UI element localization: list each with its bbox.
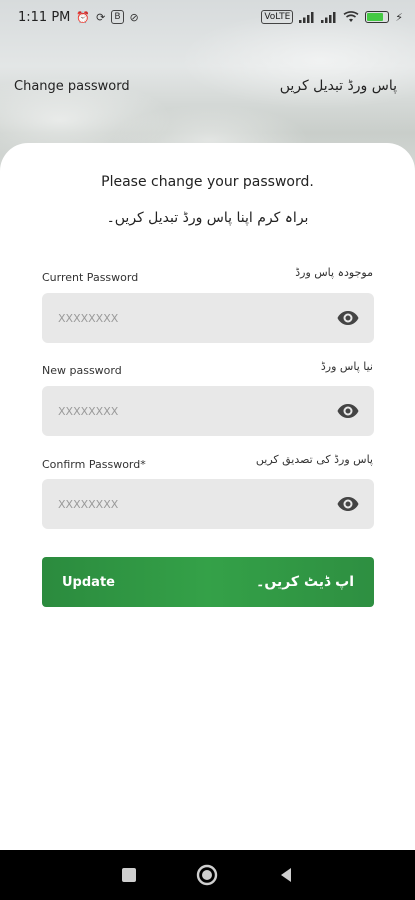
charging-icon: ⚡ — [395, 10, 403, 24]
instruction-heading-urdu: براہ کرم اپنا پاس ورڈ تبدیل کریں۔ — [106, 210, 309, 226]
current-password-field — [42, 293, 374, 343]
volte-badge: VoLTE — [261, 10, 294, 24]
new-password-input[interactable] — [58, 404, 298, 418]
eye-icon[interactable] — [336, 306, 360, 330]
page-title: Change password — [14, 78, 130, 94]
square-icon — [122, 868, 137, 882]
current-password-label: Current Password — [42, 271, 139, 284]
sync-icon: ⟳ — [96, 10, 106, 24]
wifi-icon — [343, 11, 359, 22]
current-password-input[interactable] — [58, 311, 298, 325]
page-title-urdu: پاس ورڈ تبدیل کریں — [279, 78, 397, 94]
status-right: VoLTE ⚡ — [261, 10, 403, 24]
signal-icon — [299, 12, 314, 23]
signal-icon — [321, 12, 336, 23]
vpn-icon: ⊘ — [129, 10, 139, 24]
recents-button[interactable] — [114, 860, 144, 890]
status-bar: 1:11 PM ⏰ ⟳ B ⊘ VoLTE ⚡ — [0, 0, 415, 34]
battery-icon — [365, 11, 390, 23]
back-button[interactable] — [271, 860, 301, 890]
battery-level — [367, 13, 384, 21]
update-button[interactable]: Update اپ ڈیٹ کریں۔ — [42, 557, 374, 607]
alarm-icon: ⏰ — [76, 10, 91, 24]
new-password-label: New password — [42, 364, 122, 377]
home-button[interactable] — [192, 860, 222, 890]
new-password-field — [42, 386, 374, 436]
eye-icon[interactable] — [336, 399, 360, 423]
status-time: 1:11 PM — [18, 9, 71, 25]
back-triangle-icon — [280, 868, 291, 882]
new-password-label-urdu: نیا پاس ورڈ — [320, 360, 373, 373]
page-header: Change password پاس ورڈ تبدیل کریں — [14, 78, 397, 94]
current-password-label-urdu: موجودہ پاس ورڈ — [295, 266, 373, 279]
eye-icon[interactable] — [336, 492, 360, 516]
b-icon: B — [111, 10, 124, 24]
confirm-password-input[interactable] — [58, 497, 298, 511]
instruction-heading: Please change your password. — [101, 174, 314, 190]
update-button-label: Update — [62, 574, 115, 590]
system-navigation-bar — [0, 850, 415, 900]
confirm-password-label: Confirm Password* — [42, 458, 146, 471]
update-button-label-urdu: اپ ڈیٹ کریں۔ — [256, 574, 354, 590]
circle-icon — [197, 864, 218, 886]
status-left: 1:11 PM ⏰ ⟳ B ⊘ — [18, 10, 139, 25]
confirm-password-field — [42, 479, 374, 529]
confirm-password-label-urdu: پاس ورڈ کی تصدیق کریں — [255, 453, 373, 466]
